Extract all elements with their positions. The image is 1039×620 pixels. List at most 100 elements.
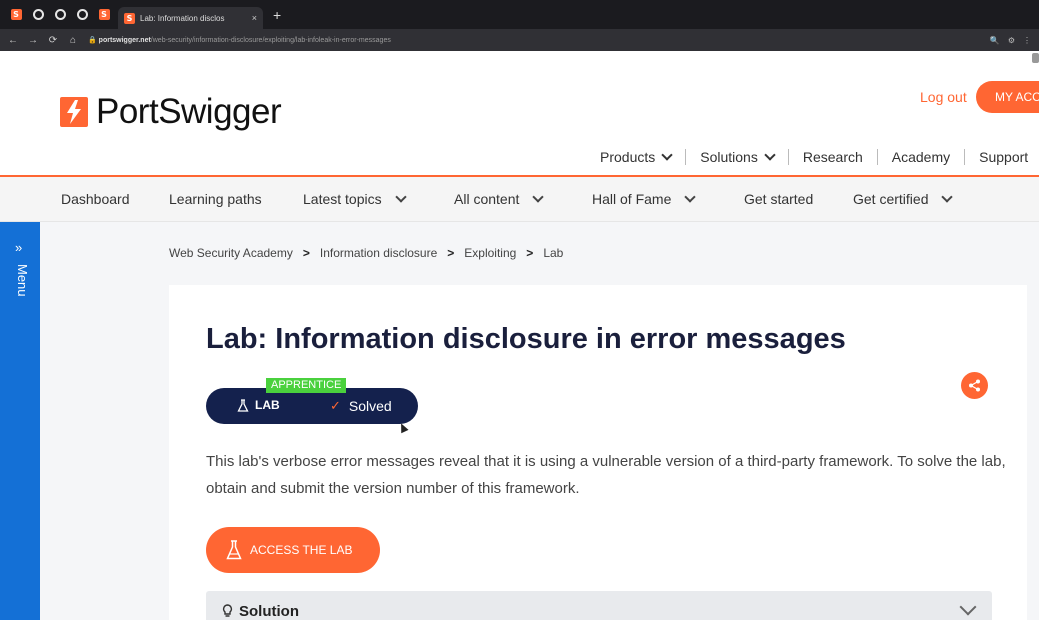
chevron-down-icon (941, 190, 954, 203)
tab-title: Lab: Information disclos (140, 13, 225, 23)
close-tab-icon[interactable]: × (252, 13, 257, 23)
flask-icon (226, 540, 242, 560)
top-nav: Products Solutions Research Academy Supp… (600, 148, 1028, 165)
logo-text: PortSwigger (96, 92, 282, 131)
zoom-icon[interactable]: 🔍 (990, 36, 1000, 45)
nav-support[interactable]: Support (979, 149, 1028, 165)
extension-icon[interactable]: ⚙ (1008, 36, 1015, 45)
scrollbar-thumb[interactable] (1032, 53, 1039, 63)
lightbulb-icon (222, 604, 233, 617)
back-arrow-icon[interactable]: ← (8, 35, 18, 46)
double-chevron-right-icon: » (15, 240, 23, 255)
solved-status: ✓ Solved (330, 398, 392, 414)
nav-research[interactable]: Research (803, 149, 863, 165)
breadcrumb-separator: > (526, 246, 534, 260)
nav-academy[interactable]: Academy (892, 149, 950, 165)
portswigger-logo-icon (60, 97, 88, 127)
browser-tab-bar: S S S Lab: Information disclos × + (0, 0, 1039, 29)
access-lab-button[interactable]: ACCESS THE LAB (206, 527, 380, 573)
solution-header: Solution (222, 603, 299, 620)
reload-icon[interactable]: ⟳ (48, 35, 58, 46)
url-path: /web-security/information-disclosure/exp… (150, 37, 391, 44)
portswigger-favicon-icon: S (10, 9, 22, 20)
portswigger-favicon-icon: S (98, 9, 110, 20)
academy-subnav: Dashboard Learning paths Latest topics A… (0, 177, 1039, 222)
divider (685, 149, 687, 165)
lab-description: This lab's verbose error messages reveal… (206, 453, 1006, 497)
lab-status-badge: LAB ✓ Solved (206, 388, 418, 424)
chevron-down-icon (661, 148, 673, 161)
page-title: Lab: Information disclosure in error mes… (206, 323, 846, 355)
access-lab-label: ACCESS THE LAB (250, 543, 353, 557)
github-favicon-icon (54, 9, 66, 20)
chevron-down-icon (959, 598, 977, 616)
status-text: Solved (348, 398, 392, 414)
logout-link[interactable]: Log out (920, 89, 967, 105)
breadcrumb-lab[interactable]: Lab (543, 246, 563, 260)
pinned-tab[interactable]: S (8, 7, 24, 23)
nav-label: Support (979, 149, 1029, 165)
share-page-icon[interactable]: ⋮ (1023, 36, 1031, 45)
share-icon (969, 379, 980, 392)
pinned-tab[interactable]: S (96, 7, 112, 23)
subnav-dashboard[interactable]: Dashboard (61, 191, 169, 207)
portswigger-logo[interactable]: PortSwigger (60, 92, 282, 132)
toolbar-icons: 🔍 ⚙ ⋮ (990, 36, 1031, 45)
flask-icon (237, 398, 249, 412)
address-bar: ← → ⟳ ⌂ 🔒 portswigger.net/web-security/i… (0, 29, 1039, 51)
share-button[interactable] (961, 372, 988, 399)
home-icon[interactable]: ⌂ (68, 35, 78, 46)
divider (876, 149, 878, 165)
subnav-label: Get started (744, 191, 814, 207)
breadcrumb-exploiting[interactable]: Exploiting (464, 246, 516, 260)
menu-label: Menu (15, 264, 30, 297)
subnav-label: Latest topics (303, 191, 382, 207)
solution-accordion[interactable]: Solution (206, 591, 992, 620)
github-favicon-icon (76, 9, 88, 20)
subnav-label: Get certified (853, 191, 929, 207)
url-field[interactable]: 🔒 portswigger.net/web-security/informati… (88, 36, 980, 44)
level-badge: APPRENTICE (266, 378, 347, 393)
pinned-tab[interactable] (52, 7, 68, 23)
subnav-get-started[interactable]: Get started (744, 191, 853, 207)
subnav-all-content[interactable]: All content (454, 190, 592, 207)
subnav-label: Learning paths (169, 191, 262, 207)
nav-products[interactable]: Products (600, 148, 673, 165)
chevron-down-icon (764, 148, 776, 161)
subnav-latest-topics[interactable]: Latest topics (303, 190, 454, 207)
nav-label: Research (802, 149, 863, 165)
my-account-button[interactable]: MY ACCOUNT (976, 81, 1039, 113)
nav-solutions[interactable]: Solutions (700, 148, 776, 165)
lock-icon: 🔒 (88, 37, 97, 44)
subnav-label: Hall of Fame (592, 191, 672, 207)
nav-label: Products (600, 149, 656, 165)
breadcrumb-separator: > (447, 246, 455, 260)
chevron-down-icon (532, 190, 545, 203)
pinned-tab[interactable] (74, 7, 90, 23)
github-favicon-icon (32, 9, 44, 20)
checkmark-icon: ✓ (330, 398, 341, 413)
breadcrumb: Web Security Academy > Information discl… (169, 246, 563, 260)
breadcrumb-information-disclosure[interactable]: Information disclosure (320, 246, 437, 260)
nav-label: Solutions (700, 149, 758, 165)
side-menu-toggle[interactable]: » Menu (0, 222, 40, 620)
subnav-label: All content (454, 191, 520, 207)
lab-badge-text: LAB (255, 398, 280, 412)
chevron-down-icon (394, 190, 407, 203)
active-browser-tab[interactable]: S Lab: Information disclos × (118, 7, 263, 29)
forward-arrow-icon[interactable]: → (28, 35, 38, 46)
new-tab-button[interactable]: + (273, 7, 281, 23)
divider (787, 149, 789, 165)
subnav-learning-paths[interactable]: Learning paths (169, 191, 303, 207)
chevron-down-icon (684, 190, 697, 203)
lab-label: LAB (237, 398, 280, 412)
pinned-tab[interactable] (30, 7, 46, 23)
breadcrumb-web-security-academy[interactable]: Web Security Academy (169, 246, 293, 260)
subnav-hall-of-fame[interactable]: Hall of Fame (592, 190, 744, 207)
portswigger-favicon-icon: S (124, 12, 135, 24)
nav-label: Academy (891, 149, 951, 165)
divider (964, 149, 966, 165)
subnav-get-certified[interactable]: Get certified (853, 190, 954, 207)
breadcrumb-separator: > (302, 246, 310, 260)
subnav-label: Dashboard (61, 191, 130, 207)
